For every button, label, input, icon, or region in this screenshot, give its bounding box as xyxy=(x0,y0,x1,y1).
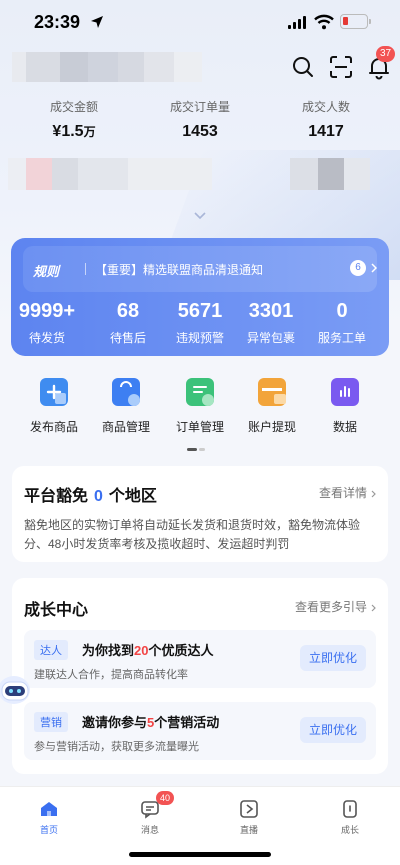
expand-chevron-icon[interactable] xyxy=(194,212,206,220)
growth-icon xyxy=(340,799,360,819)
metric-value: 68 xyxy=(116,300,140,322)
stat-label: 成交人数 xyxy=(301,100,350,114)
message-badge: 40 xyxy=(156,791,175,805)
tab-live[interactable]: 直播 xyxy=(209,799,289,836)
optimize-now-button[interactable]: 立即优化 xyxy=(300,717,366,743)
exempt-region-count: 0 xyxy=(94,488,103,505)
growth-item-subtitle: 参与营销活动，获取更多流量曝光 xyxy=(34,741,199,753)
chevron-right-icon xyxy=(371,263,377,273)
tab-home[interactable]: 首页 xyxy=(9,799,89,836)
chart-icon xyxy=(331,378,359,406)
rules-notice-bar[interactable]: 规则 【重要】精选联盟商品清退通知 6 xyxy=(23,246,377,292)
tab-label: 成长 xyxy=(340,825,359,835)
metric-label: 待发货 xyxy=(28,331,65,345)
home-icon xyxy=(39,799,59,819)
metric-label: 异常包裹 xyxy=(246,331,295,345)
tool-label: 商品管理 xyxy=(101,420,150,434)
stat-label: 成交金额 xyxy=(49,100,98,114)
platform-title: 平台豁免 0 个地区 xyxy=(24,488,157,505)
tool-label: 账户提现 xyxy=(247,420,296,434)
metric-pending-aftersale[interactable]: 68 待售后 xyxy=(90,300,166,346)
metric-abnormal-package[interactable]: 3301 异常包裹 xyxy=(233,300,309,346)
metric-label: 违规预警 xyxy=(175,331,224,345)
tool-publish-product[interactable]: 发布商品 xyxy=(14,378,94,435)
wifi-icon xyxy=(314,14,334,30)
store-name-blurred xyxy=(12,52,202,82)
cellular-signal-icon xyxy=(288,16,306,29)
stat-value: 1417 xyxy=(308,123,344,140)
quick-tools: 发布商品 商品管理 订单管理 账户提现 数据 xyxy=(0,378,400,442)
sales-stats: 成交金额 ¥1.5万 成交订单量 1453 成交人数 1417 xyxy=(0,98,400,144)
live-icon xyxy=(239,799,259,819)
growth-item-marketing[interactable]: 营销 邀请你参与5个营销活动 参与营销活动，获取更多流量曝光 立即优化 xyxy=(24,702,376,760)
stat-buyers[interactable]: 成交人数 1417 xyxy=(256,98,396,141)
chevron-right-icon xyxy=(371,604,376,612)
order-icon xyxy=(186,378,214,406)
metric-service-ticket[interactable]: 0 服务工单 xyxy=(304,300,380,346)
growth-center-card: 成长中心 查看更多引导 达人 为你找到20个优质达人 建联达人合作，提高商品转化… xyxy=(12,578,388,774)
notice-count-badge: 6 xyxy=(350,260,366,276)
rules-tag: 规则 xyxy=(33,264,60,279)
stat-value: ¥1.5万 xyxy=(52,123,96,140)
tool-order-management[interactable]: 订单管理 xyxy=(160,378,240,435)
chevron-right-icon xyxy=(371,490,376,498)
tool-label: 订单管理 xyxy=(175,420,224,434)
platform-description: 豁免地区的实物订单将自动延长发货和退货时效，豁免物流体验分、48小时发货率考核及… xyxy=(24,518,361,551)
tool-data[interactable]: 数据 xyxy=(305,378,385,435)
search-icon[interactable] xyxy=(290,54,316,80)
stat-amount[interactable]: 成交金额 ¥1.5万 xyxy=(4,98,144,141)
metric-value: 0 xyxy=(336,300,348,322)
scan-icon[interactable] xyxy=(328,54,354,80)
metric-pending-ship[interactable]: 9999+ 待发货 xyxy=(11,300,85,346)
tab-messages[interactable]: 消息 xyxy=(110,799,190,836)
view-details-link[interactable]: 查看详情 xyxy=(319,484,376,501)
tool-label: 数据 xyxy=(332,420,357,434)
blurred-content-row xyxy=(0,158,400,192)
metric-violation-warning[interactable]: 5671 违规预警 xyxy=(162,300,238,346)
add-product-icon xyxy=(40,378,68,406)
growth-item-creators[interactable]: 达人 为你找到20个优质达人 建联达人合作，提高商品转化率 立即优化 xyxy=(24,630,376,688)
wallet-icon xyxy=(258,378,286,406)
growth-item-subtitle: 建联达人合作，提高商品转化率 xyxy=(34,669,188,681)
growth-tag: 营销 xyxy=(34,712,68,732)
tool-account-withdraw[interactable]: 账户提现 xyxy=(232,378,312,435)
rules-summary-card: 规则 【重要】精选联盟商品清退通知 6 9999+ 待发货 68 待售后 567… xyxy=(11,238,389,356)
growth-title: 成长中心 xyxy=(24,602,89,619)
tab-label: 消息 xyxy=(140,825,159,835)
notice-divider xyxy=(85,263,86,275)
notification-badge: 37 xyxy=(376,46,396,62)
stat-label: 成交订单量 xyxy=(169,100,230,114)
growth-item-title: 为你找到20个优质达人 xyxy=(82,643,214,658)
notice-text: 【重要】精选联盟商品清退通知 xyxy=(95,263,264,277)
tab-growth[interactable]: 成长 xyxy=(310,799,390,836)
metric-value: 9999+ xyxy=(18,300,76,322)
battery-icon xyxy=(340,14,368,29)
platform-exemption-card: 平台豁免 0 个地区 查看详情 豁免地区的实物订单将自动延长发货和退货时效，豁免物流… xyxy=(12,466,388,562)
status-bar: 23:39 xyxy=(0,0,400,46)
metric-value: 5671 xyxy=(177,300,223,322)
robot-assistant-icon[interactable] xyxy=(0,668,34,712)
optimize-now-button[interactable]: 立即优化 xyxy=(300,645,366,671)
growth-item-title: 邀请你参与5个营销活动 xyxy=(82,715,220,730)
tab-label: 首页 xyxy=(39,825,58,835)
view-more-guides-link[interactable]: 查看更多引导 xyxy=(295,598,376,615)
stat-orders[interactable]: 成交订单量 1453 xyxy=(130,98,270,141)
shopping-bag-icon xyxy=(112,378,140,406)
growth-tag: 达人 xyxy=(34,640,68,660)
metric-value: 3301 xyxy=(248,300,294,322)
battery-tip xyxy=(369,19,371,24)
home-indicator xyxy=(129,852,271,857)
tool-product-management[interactable]: 商品管理 xyxy=(86,378,166,435)
stat-value: 1453 xyxy=(182,123,218,140)
tab-label: 直播 xyxy=(239,825,258,835)
status-time: 23:39 xyxy=(34,12,81,32)
location-arrow-icon xyxy=(91,16,103,28)
tool-label: 发布商品 xyxy=(29,420,78,434)
metric-label: 待售后 xyxy=(109,331,146,345)
metric-label: 服务工单 xyxy=(317,331,366,345)
tools-page-indicator xyxy=(187,448,207,451)
